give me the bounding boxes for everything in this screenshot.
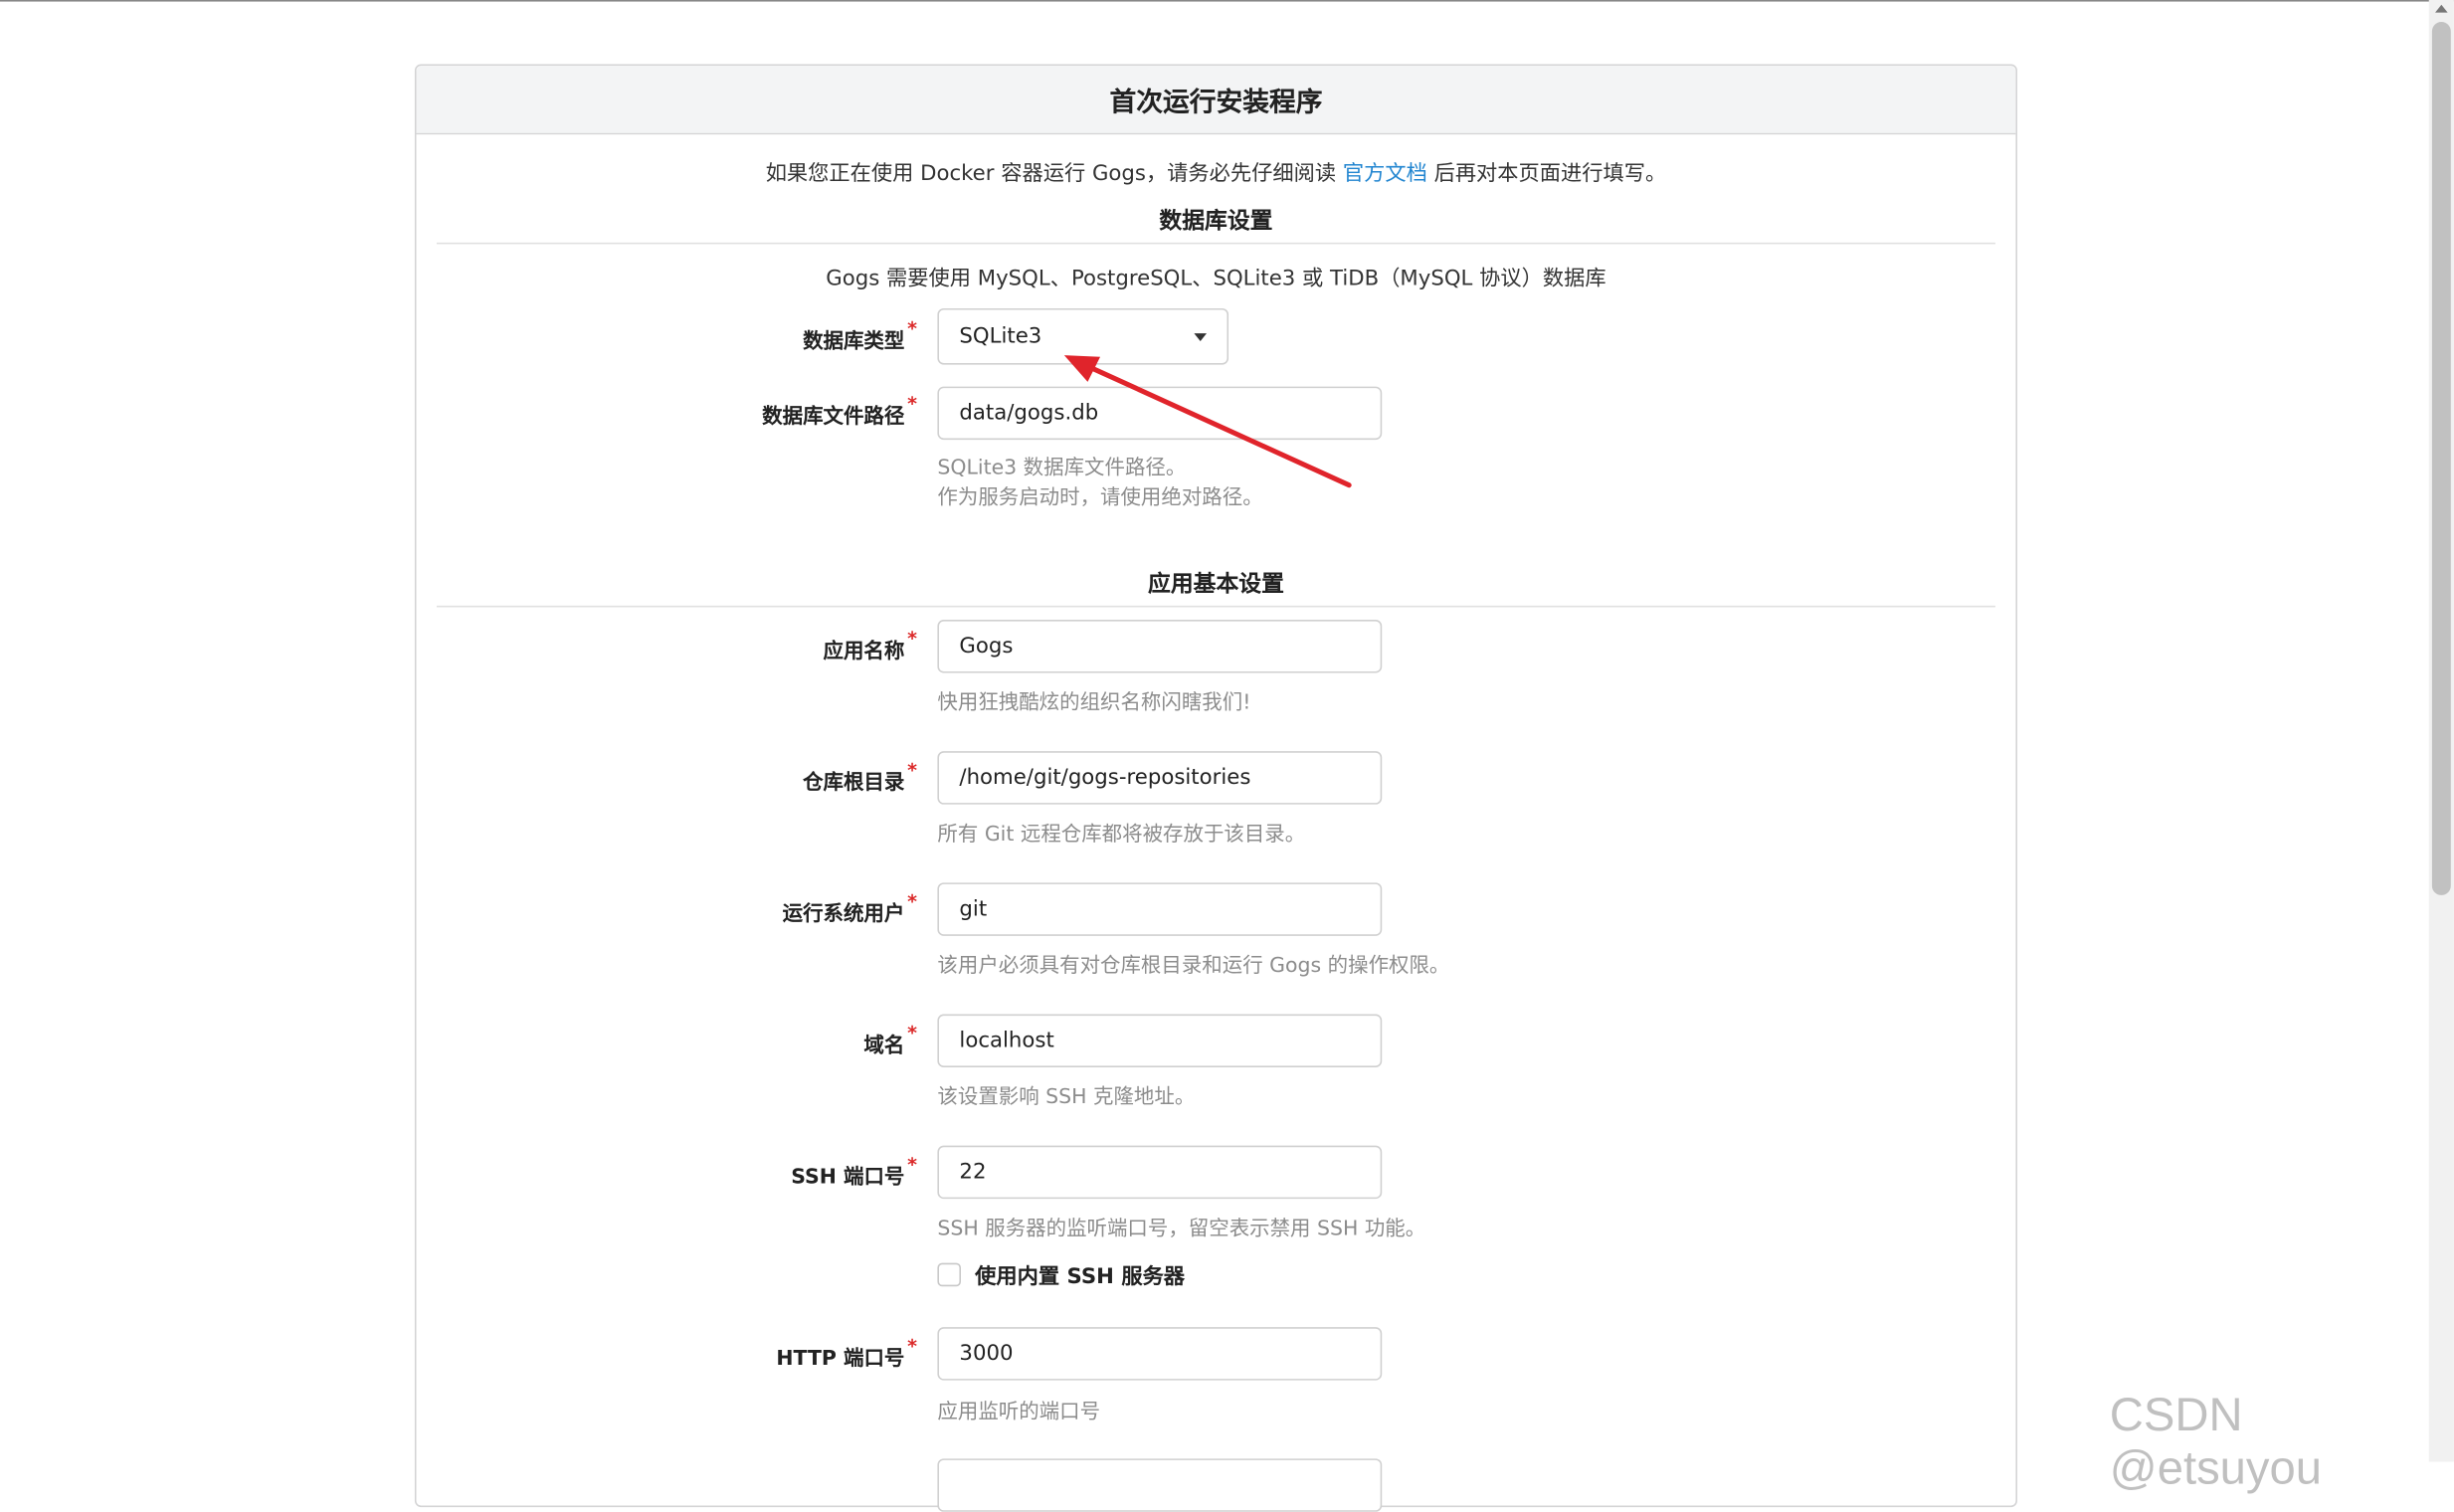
db-path-input[interactable]: data/gogs.db — [937, 386, 1383, 441]
csdn-watermark: CSDN @etsuyou — [2109, 1390, 2323, 1495]
required-mark: * — [907, 627, 917, 650]
domain-label: 域名 * — [863, 1022, 917, 1058]
run-user-input[interactable]: git — [937, 882, 1383, 936]
run-user-help: 该用户必须具有对仓库根目录和运行 Gogs 的操作权限。 — [937, 954, 1450, 979]
ssh-port-label: SSH 端口号 * — [791, 1153, 917, 1190]
ssh-port-input[interactable]: 22 — [937, 1145, 1383, 1200]
repo-root-input[interactable]: /home/git/gogs-repositories — [937, 751, 1383, 805]
db-type-value: SQLite3 — [959, 323, 1042, 349]
page-title: 首次运行安装程序 — [416, 66, 2016, 135]
install-form-card: 首次运行安装程序 如果您正在使用 Docker 容器运行 Gogs，请务必先仔细… — [414, 64, 2017, 1512]
window-top-border — [0, 0, 2454, 2]
official-docs-link[interactable]: 官方文档 — [1343, 161, 1427, 186]
domain-help: 该设置影响 SSH 克隆地址。 — [937, 1085, 1196, 1110]
required-mark: * — [907, 1153, 917, 1176]
app-section-title: 应用基本设置 — [436, 567, 1995, 608]
http-port-help: 应用监听的端口号 — [937, 1401, 1101, 1424]
scrollbar-thumb[interactable] — [2431, 22, 2451, 895]
db-path-label: 数据库文件路径 * — [762, 392, 917, 430]
scroll-up-arrow-icon[interactable] — [2435, 4, 2448, 13]
required-mark: * — [907, 759, 917, 782]
db-path-help-1: SQLite3 数据库文件路径。 — [937, 457, 1187, 481]
required-mark: * — [907, 1022, 917, 1044]
http-port-label: HTTP 端口号 * — [776, 1335, 917, 1372]
database-section-title: 数据库设置 — [436, 204, 1995, 245]
http-port-input[interactable]: 3000 — [937, 1327, 1383, 1381]
domain-input[interactable]: localhost — [937, 1014, 1383, 1067]
docker-note-prefix: 如果您正在使用 Docker 容器运行 Gogs，请务必先仔细阅读 — [765, 161, 1343, 187]
builtin-ssh-checkbox[interactable] — [937, 1261, 962, 1286]
database-description: Gogs 需要使用 MySQL、PostgreSQL、SQLite3 或 TiD… — [826, 266, 1606, 291]
next-field-input[interactable] — [937, 1458, 1383, 1512]
docker-note: 如果您正在使用 Docker 容器运行 Gogs，请务必先仔细阅读 官方文档 后… — [416, 155, 2015, 186]
repo-root-help: 所有 Git 远程仓库都将被存放于该目录。 — [937, 823, 1306, 848]
db-type-label: 数据库类型 * — [803, 317, 917, 354]
ssh-port-help: SSH 服务器的监听端口号，留空表示禁用 SSH 功能。 — [937, 1218, 1426, 1241]
required-mark: * — [907, 392, 917, 415]
chevron-down-icon — [1194, 332, 1208, 341]
app-name-help: 快用狂拽酷炫的组织名称闪瞎我们! — [937, 691, 1251, 715]
app-name-label: 应用名称 * — [823, 627, 917, 664]
app-name-input[interactable]: Gogs — [937, 620, 1383, 673]
run-user-label: 运行系统用户 * — [782, 890, 917, 927]
required-mark: * — [907, 1335, 917, 1358]
required-mark: * — [907, 317, 917, 340]
required-mark: * — [907, 890, 917, 913]
db-path-help-2: 作为服务启动时，请使用绝对路径。 — [937, 486, 1263, 510]
builtin-ssh-option[interactable]: 使用内置 SSH 服务器 — [937, 1258, 1185, 1289]
db-type-select[interactable]: SQLite3 — [937, 307, 1229, 365]
docker-note-suffix: 后再对本页面进行填写。 — [1426, 161, 1667, 187]
repo-root-label: 仓库根目录 * — [803, 759, 917, 796]
builtin-ssh-label: 使用内置 SSH 服务器 — [975, 1264, 1186, 1290]
